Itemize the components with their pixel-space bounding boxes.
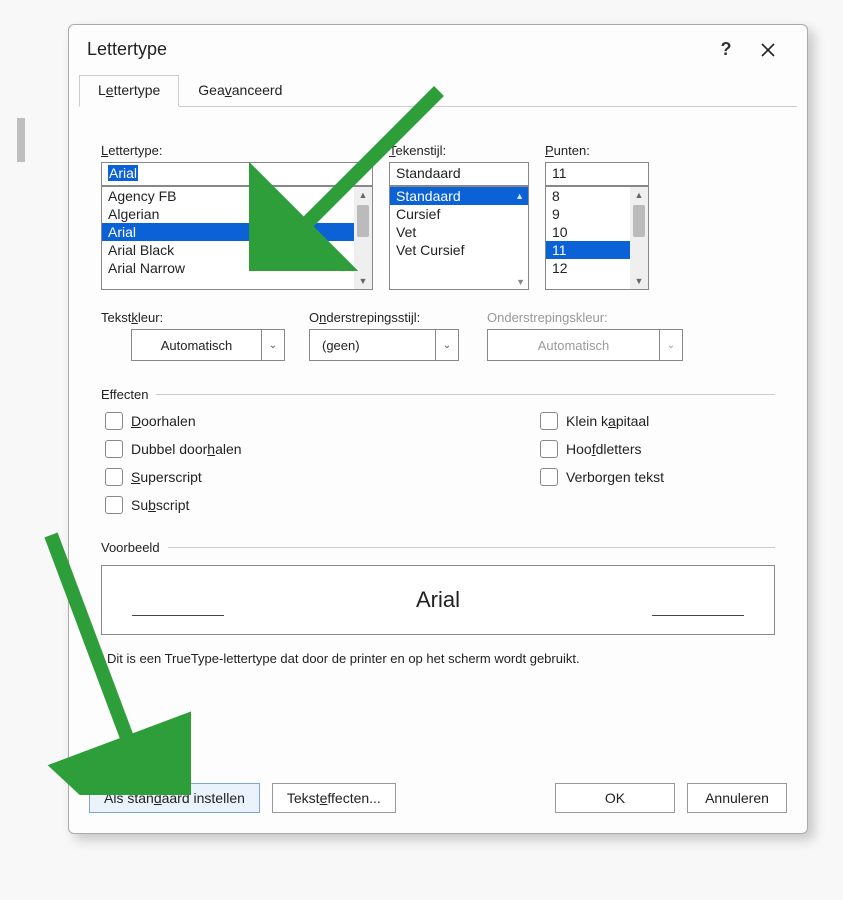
- label-onderstrepingskleur: Onderstrepingskleur:: [487, 310, 687, 325]
- checkbox-box: [105, 496, 123, 514]
- dialog-body: Lettertype: Arial Agency FB Algerian Ari…: [69, 107, 807, 676]
- list-item[interactable]: Vet Cursief: [390, 241, 528, 259]
- effects-legend: Effecten: [101, 387, 148, 402]
- sort-up-icon: ▲: [515, 191, 524, 201]
- list-item[interactable]: Agency FB: [102, 187, 372, 205]
- titlebar: Lettertype ?: [69, 25, 807, 70]
- label-tekenstijl: Tekenstijl:: [389, 143, 529, 158]
- list-item[interactable]: Cursief: [390, 205, 528, 223]
- checkbox-klein-kapitaal[interactable]: Klein kapitaal: [540, 412, 775, 430]
- chevron-down-icon[interactable]: ⌄: [261, 329, 285, 361]
- scroll-thumb[interactable]: [633, 205, 645, 237]
- label-onderstreping: Onderstrepingsstijl:: [309, 310, 469, 325]
- list-item[interactable]: Vet: [390, 223, 528, 241]
- preview-legend: Voorbeeld: [101, 540, 160, 555]
- close-icon: [760, 42, 776, 58]
- checkbox-subscript[interactable]: Subscript: [105, 496, 340, 514]
- close-button[interactable]: [747, 42, 789, 58]
- effects-group: Effecten Doorhalen Dubbel doorhalen Su: [101, 387, 775, 514]
- set-default-button[interactable]: Als standaard instellen: [89, 783, 260, 813]
- underline-style-value: (geen): [309, 329, 435, 361]
- size-listbox[interactable]: 8 9 10 11 12 ▲ ▼: [545, 186, 649, 290]
- tab-geavanceerd[interactable]: Geavanceerd: [179, 75, 301, 107]
- scroll-thumb[interactable]: [357, 205, 369, 237]
- font-dialog: Lettertype ? Lettertype Geavanceerd Lett…: [68, 24, 808, 834]
- label-tekstkleur: Tekstkleur:: [101, 310, 291, 325]
- tab-lettertype[interactable]: Lettertype: [79, 75, 179, 107]
- help-button[interactable]: ?: [705, 39, 747, 60]
- list-item[interactable]: Standaard ▲: [390, 187, 528, 205]
- font-name-selected-text: Arial: [108, 165, 138, 181]
- scroll-down-icon[interactable]: ▼: [630, 273, 648, 289]
- font-size-input[interactable]: 11: [545, 162, 649, 186]
- list-item[interactable]: Arial Narrow: [102, 259, 372, 277]
- tabstrip: Lettertype Geavanceerd: [79, 70, 797, 107]
- preview-text: Arial: [416, 587, 460, 613]
- label-punten: Punten:: [545, 143, 649, 158]
- font-style-input[interactable]: Standaard: [389, 162, 529, 186]
- font-list-scrollbar[interactable]: ▲ ▼: [354, 187, 372, 289]
- checkbox-doorhalen[interactable]: Doorhalen: [105, 412, 340, 430]
- list-item[interactable]: Arial: [102, 223, 372, 241]
- font-color-combo[interactable]: Automatisch ⌄: [131, 329, 285, 361]
- scroll-up-icon[interactable]: ▲: [354, 187, 372, 203]
- chevron-down-icon: ⌄: [659, 329, 683, 361]
- button-bar: Als standaard instellen Teksteffecten...…: [69, 765, 807, 833]
- style-listbox[interactable]: Standaard ▲ Cursief Vet Vet Cursief ▼: [389, 186, 529, 290]
- preview-box: Arial: [101, 565, 775, 635]
- checkbox-dubbel-doorhalen[interactable]: Dubbel doorhalen: [105, 440, 340, 458]
- font-color-value: Automatisch: [131, 329, 261, 361]
- checkbox-box: [105, 468, 123, 486]
- font-listbox[interactable]: Agency FB Algerian Arial Arial Black Ari…: [101, 186, 373, 290]
- preview-group: Voorbeeld Arial: [101, 540, 775, 635]
- checkbox-box: [540, 440, 558, 458]
- chevron-down-icon[interactable]: ⌄: [435, 329, 459, 361]
- checkbox-box: [105, 440, 123, 458]
- scroll-down-icon[interactable]: ▼: [354, 273, 372, 289]
- list-item[interactable]: Algerian: [102, 205, 372, 223]
- size-list-scrollbar[interactable]: ▲ ▼: [630, 187, 648, 289]
- checkbox-hoofdletters[interactable]: Hoofdletters: [540, 440, 775, 458]
- label-lettertype: Lettertype:: [101, 143, 373, 158]
- checkbox-box: [540, 412, 558, 430]
- ok-button[interactable]: OK: [555, 783, 675, 813]
- font-name-input[interactable]: Arial: [101, 162, 373, 186]
- checkbox-box: [105, 412, 123, 430]
- underline-color-combo: Automatisch ⌄: [487, 329, 683, 361]
- font-description: Dit is een TrueType-lettertype dat door …: [101, 651, 775, 666]
- underline-color-value: Automatisch: [487, 329, 659, 361]
- sort-down-icon: ▼: [516, 277, 525, 287]
- underline-style-combo[interactable]: (geen) ⌄: [309, 329, 459, 361]
- text-effects-button[interactable]: Teksteffecten...: [272, 783, 396, 813]
- document-edge-stub: [17, 118, 25, 162]
- dialog-title: Lettertype: [87, 39, 705, 60]
- scroll-up-icon[interactable]: ▲: [630, 187, 648, 203]
- checkbox-box: [540, 468, 558, 486]
- checkbox-superscript[interactable]: Superscript: [105, 468, 340, 486]
- cancel-button[interactable]: Annuleren: [687, 783, 787, 813]
- list-item[interactable]: Arial Black: [102, 241, 372, 259]
- checkbox-verborgen-tekst[interactable]: Verborgen tekst: [540, 468, 775, 486]
